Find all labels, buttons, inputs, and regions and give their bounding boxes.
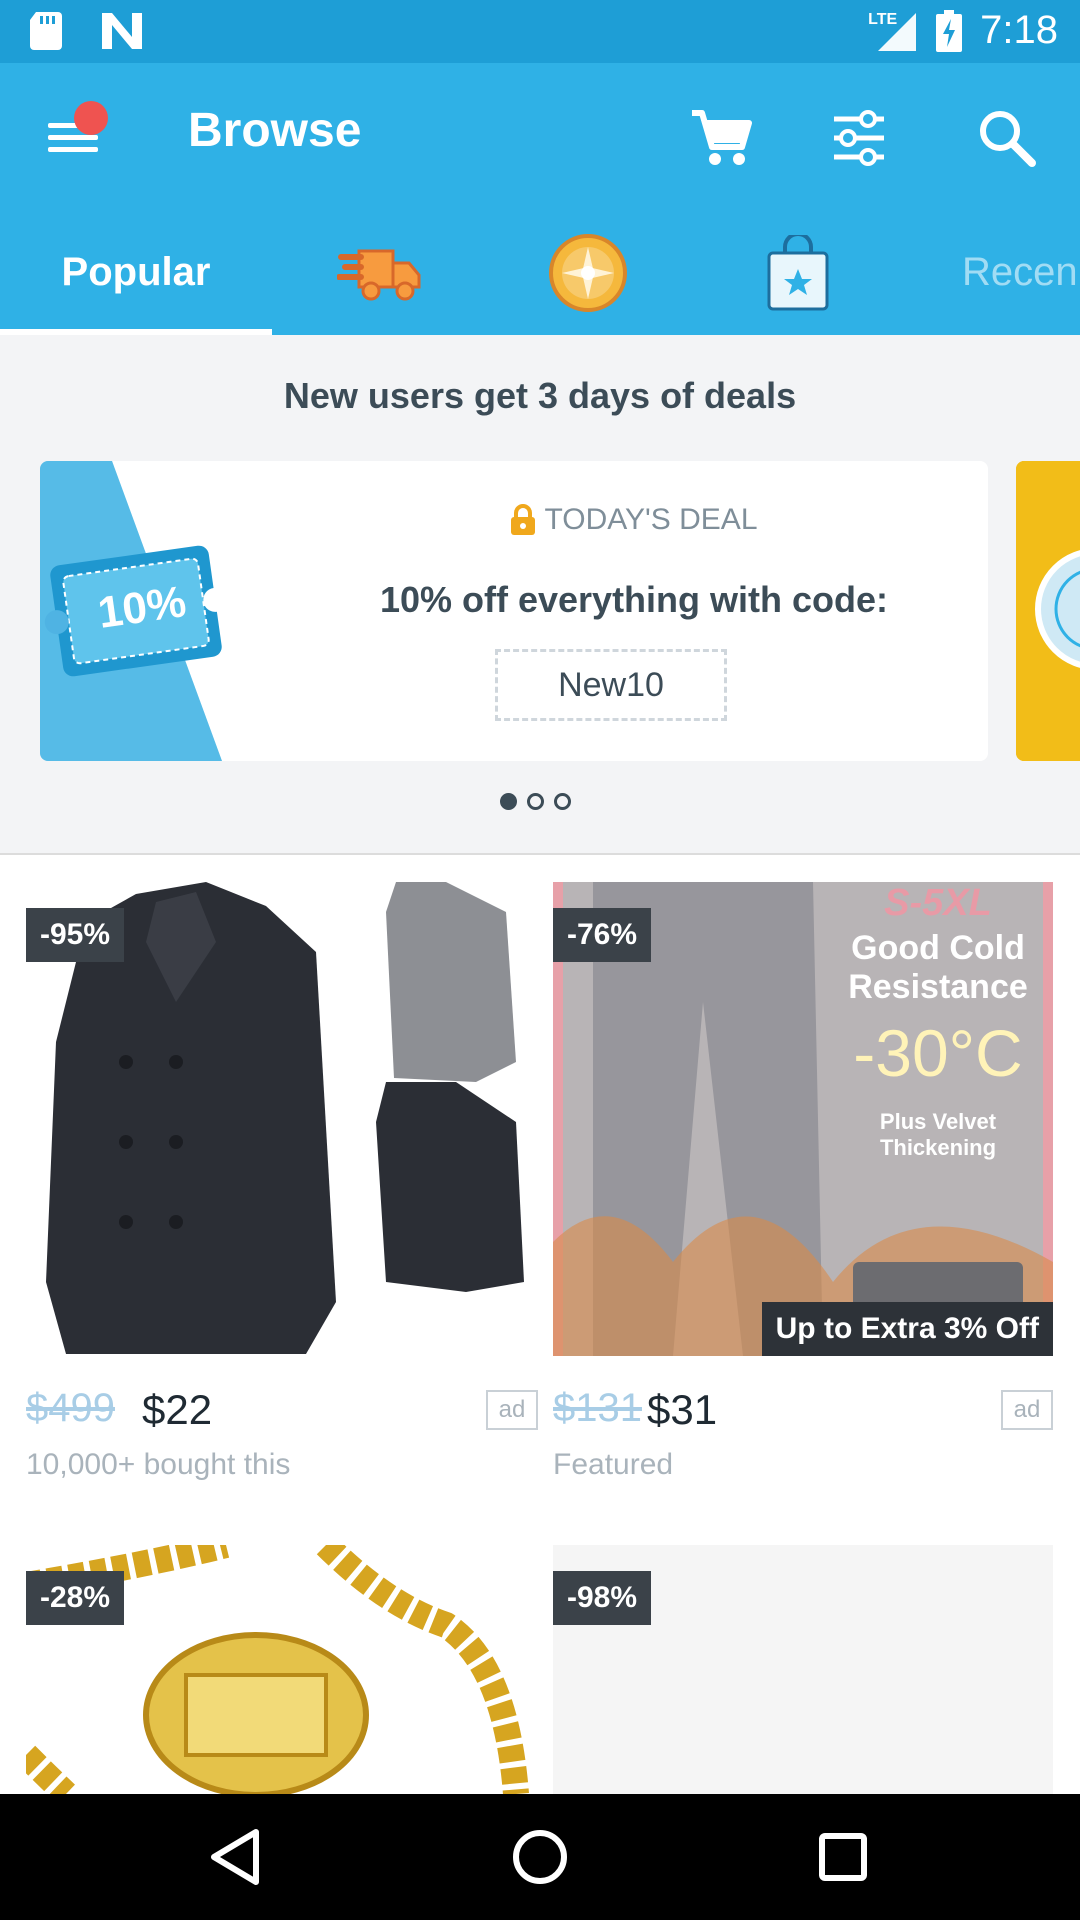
tab-recent[interactable]: Recen [962,210,1080,335]
recents-icon[interactable] [808,1822,878,1892]
product-subtitle: Featured [553,1448,674,1481]
ad-label: ad [486,1390,538,1430]
lock-icon [511,504,536,535]
discount-badge: -76% [553,908,652,962]
promo-code[interactable]: New10 [495,649,727,721]
feature-line-2: Resistance [848,968,1028,1006]
tab-popular-label: Popular [61,250,211,294]
feature-line-4: Thickening [879,1135,997,1160]
price-row: $499 $22 ad [26,1382,538,1442]
back-icon[interactable] [200,1822,270,1892]
tab-popular[interactable]: Popular [0,210,272,335]
menu-button[interactable] [48,101,108,155]
lucky-wheel-icon [549,233,627,312]
wheel-peek-illustration [1016,461,1080,761]
promo-headline: New users get 3 days of deals [283,375,797,416]
cart-icon[interactable] [686,103,756,173]
tab-wishlist-bag[interactable] [718,210,878,335]
product-card[interactable]: S-5XL Good Cold Resistance -30°C Plus Ve… [553,882,1053,1482]
sale-price: $31 [647,1386,718,1433]
product-card[interactable]: -95% $499 $22 ad 10,000+ bought this [26,882,538,1482]
tab-lucky-wheel[interactable] [508,210,668,335]
notification-dot [74,101,108,135]
feature-line-1: Good Cold [851,929,1025,967]
page-title: Browse [188,104,362,157]
product-card[interactable]: -98% [553,1545,1053,1794]
product-image[interactable]: S-5XL Good Cold Resistance -30°C Plus Ve… [553,882,1053,1356]
carousel-dot [554,793,571,810]
battery-charging-icon [936,9,963,52]
next-deal-card-peek[interactable] [1016,461,1080,761]
tab-bar: Popular Recen [0,210,1080,335]
product-card[interactable]: -28% [26,1545,538,1794]
screen: LTE 7:18 Browse Popular Recen New users … [0,0,1080,1920]
product-image[interactable]: -98% [553,1545,1053,1794]
n-notification-icon [102,13,142,49]
filter-icon[interactable] [824,103,894,173]
sale-price: $22 [142,1386,213,1433]
promo-section: New users get 3 days of deals 10% TODAY'… [0,335,1080,855]
shopping-bag-star-icon [767,234,829,310]
deal-label: TODAY'S DEAL [544,503,758,536]
price-row: $131 $31 ad [553,1382,1053,1442]
status-clock: 7:18 [980,8,1058,52]
discount-badge: -98% [553,1571,652,1625]
search-icon[interactable] [972,103,1042,173]
size-range-text: S-5XL [884,882,992,924]
pants-image-text: S-5XL Good Cold Resistance -30°C Plus Ve… [833,882,1043,1161]
extra-off-tag: Up to Extra 3% Off [761,1302,1053,1356]
status-bar: LTE 7:18 [0,0,1080,63]
signal-icon: LTE [868,9,918,53]
home-icon[interactable] [505,1822,575,1892]
carousel-dot [500,793,517,810]
carousel-indicator [500,793,571,810]
sd-card-icon [30,12,62,50]
tab-recent-label: Recen [962,250,1078,294]
fast-shipping-icon [337,249,421,300]
carousel-dot [527,793,544,810]
product-subtitle: 10,000+ bought this [26,1448,291,1481]
deal-text: 10% off everything with code: [379,579,889,620]
original-price: $499 [26,1386,115,1430]
deal-card[interactable]: 10% TODAY'S DEAL 10% off everything with… [40,461,988,761]
system-nav-bar [0,1794,1080,1920]
tab-fast-shipping[interactable] [300,210,460,335]
temperature-text: -30°C [853,1016,1023,1090]
discount-badge: -95% [26,908,125,962]
ad-label: ad [1001,1390,1053,1430]
discount-badge: -28% [26,1571,125,1625]
original-price: $131 [553,1386,642,1430]
feature-line-3: Plus Velvet [879,1109,997,1134]
product-image[interactable]: -95% [26,882,538,1356]
product-image[interactable]: -28% [26,1545,538,1794]
